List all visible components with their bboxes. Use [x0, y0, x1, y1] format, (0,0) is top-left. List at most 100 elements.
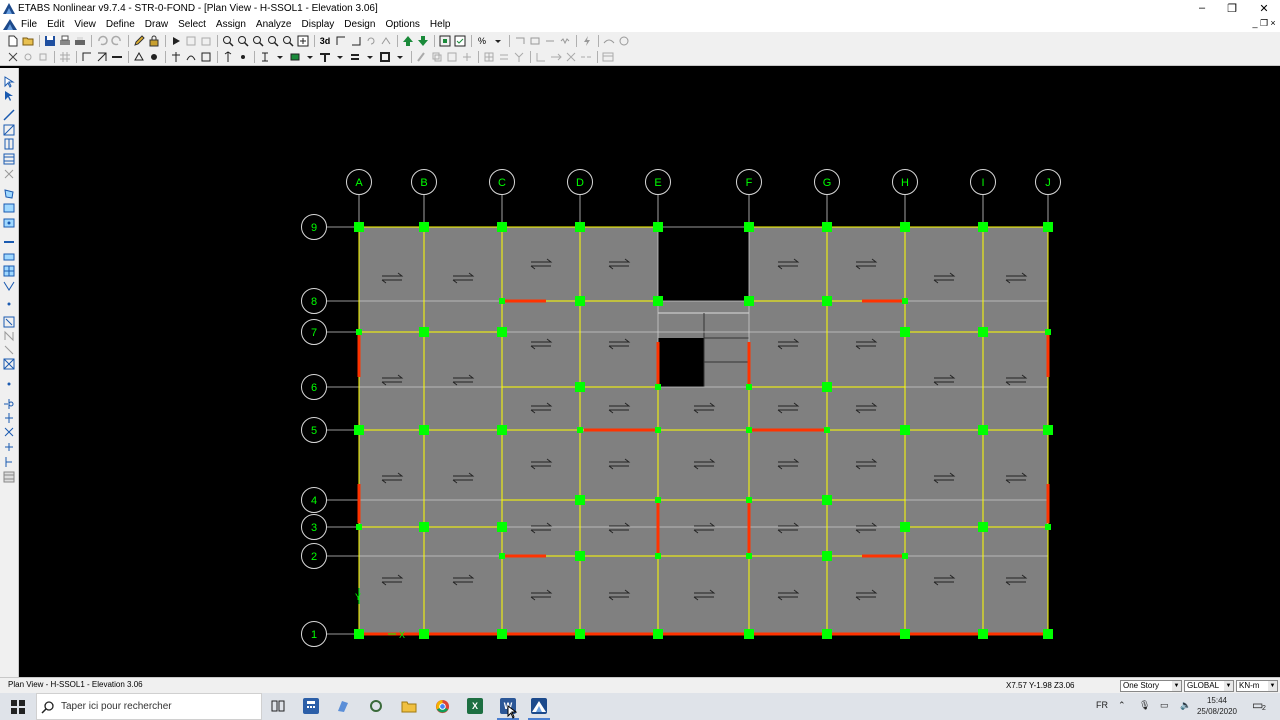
- lightning-icon[interactable]: [580, 35, 593, 47]
- minimize-button[interactable]: –: [1186, 0, 1218, 16]
- draw-beam-icon[interactable]: [110, 51, 123, 63]
- reshape-icon[interactable]: [21, 51, 34, 63]
- point-load-icon[interactable]: [236, 51, 249, 63]
- copy-icon[interactable]: [430, 51, 443, 63]
- reshaper-icon[interactable]: [3, 90, 15, 102]
- coord-system-select[interactable]: GLOBAL ▼: [1184, 680, 1234, 692]
- link-section-icon[interactable]: [543, 35, 556, 47]
- zoom-out-icon[interactable]: [251, 35, 264, 47]
- trim-icon[interactable]: [564, 51, 577, 63]
- input-language[interactable]: FR: [1096, 700, 1108, 710]
- draw-wall-icon[interactable]: [3, 236, 15, 248]
- rotate-view-icon[interactable]: [364, 35, 377, 47]
- redo-icon[interactable]: [110, 35, 123, 47]
- plan-drawing[interactable]: A B C D E F G H I J 9 8 7 6 5 4 3 2 1 Y X: [19, 68, 1280, 677]
- new-file-icon[interactable]: [6, 35, 19, 47]
- plan-view-canvas[interactable]: A B C D E F G H I J 9 8 7 6 5 4 3 2 1 Y X: [19, 68, 1280, 677]
- draw-line-icon[interactable]: [3, 109, 15, 121]
- create-walls-grid-icon[interactable]: [3, 265, 15, 277]
- align-icon[interactable]: [512, 51, 525, 63]
- assign-joint-icon[interactable]: [147, 51, 160, 63]
- set-display-options-icon[interactable]: [453, 35, 466, 47]
- deformed-shape-icon[interactable]: [602, 35, 615, 47]
- draw-frame-icon[interactable]: [80, 51, 93, 63]
- snap-to-lines-icon[interactable]: [3, 456, 15, 468]
- units-select[interactable]: KN-m ▼: [1236, 680, 1278, 692]
- plan-view-icon[interactable]: [334, 35, 347, 47]
- joint-align-icon[interactable]: [534, 51, 547, 63]
- menu-help[interactable]: Help: [430, 19, 451, 30]
- microphone-icon[interactable]: 🎙: [1139, 700, 1150, 711]
- draw-secondary-beam-icon[interactable]: [3, 153, 15, 165]
- menu-define[interactable]: Define: [106, 19, 135, 30]
- menu-select[interactable]: Select: [178, 19, 206, 30]
- menu-design[interactable]: Design: [344, 19, 375, 30]
- dropdown-icon[interactable]: [333, 51, 346, 63]
- frame-offset-icon[interactable]: [184, 51, 197, 63]
- object-shrink-icon[interactable]: [438, 35, 451, 47]
- snap-to-intersections-icon[interactable]: [3, 426, 15, 438]
- snap-to-fine-grid-icon[interactable]: [3, 471, 15, 483]
- replicate-icon[interactable]: [445, 51, 458, 63]
- snap-icon[interactable]: [36, 51, 49, 63]
- move-down-icon[interactable]: [416, 35, 429, 47]
- display-table-icon[interactable]: [601, 51, 614, 63]
- unlock-model-icon[interactable]: [199, 35, 212, 47]
- area-section-icon[interactable]: [288, 51, 301, 63]
- draw-developed-elevation-icon[interactable]: [3, 330, 15, 342]
- draw-lines-region-icon[interactable]: [3, 124, 15, 136]
- zoom-in-icon[interactable]: [221, 35, 234, 47]
- draw-reference-point-icon[interactable]: [3, 316, 15, 328]
- draw-point-icon[interactable]: [3, 298, 15, 310]
- extend-icon[interactable]: [549, 51, 562, 63]
- menu-edit[interactable]: Edit: [47, 19, 64, 30]
- spring-icon[interactable]: [558, 35, 571, 47]
- print-graphics-icon[interactable]: [73, 35, 86, 47]
- draw-link-icon[interactable]: [3, 358, 15, 370]
- select-pointer-icon[interactable]: [3, 76, 15, 88]
- draw-area-icon[interactable]: [3, 188, 15, 200]
- grid-icon[interactable]: [58, 51, 71, 63]
- save-icon[interactable]: [43, 35, 56, 47]
- pan-icon[interactable]: [296, 35, 309, 47]
- dropdown-icon[interactable]: [393, 51, 406, 63]
- load-icon[interactable]: [348, 51, 361, 63]
- menu-options[interactable]: Options: [385, 19, 419, 30]
- draw-point-object-icon[interactable]: [3, 378, 15, 390]
- dropdown-icon[interactable]: [303, 51, 316, 63]
- story-select[interactable]: One Story ▼: [1120, 680, 1182, 692]
- draw-wall-region-icon[interactable]: [3, 251, 15, 263]
- volume-icon[interactable]: 🔈: [1180, 700, 1191, 711]
- undo-icon[interactable]: [95, 35, 108, 47]
- tee-section-icon[interactable]: [318, 51, 331, 63]
- zoom-previous-icon[interactable]: [281, 35, 294, 47]
- frame-section-assign-icon[interactable]: [258, 51, 271, 63]
- taskbar-search-box[interactable]: Taper ici pour rechercher: [36, 693, 262, 720]
- chrome-icon[interactable]: [434, 698, 450, 714]
- close-button[interactable]: ✕: [1248, 0, 1280, 16]
- tray-chevron-icon[interactable]: ⌃: [1118, 700, 1126, 711]
- snap-to-perpendicular-icon[interactable]: [3, 441, 15, 453]
- menu-analyze[interactable]: Analyze: [256, 19, 292, 30]
- draw-dimension-icon[interactable]: [3, 280, 15, 292]
- restore-button[interactable]: ❐: [1216, 0, 1248, 16]
- network-icon[interactable]: ▭: [1160, 700, 1169, 711]
- menu-file[interactable]: File: [21, 19, 37, 30]
- box-section-icon[interactable]: [378, 51, 391, 63]
- restraint-icon[interactable]: [132, 51, 145, 63]
- run-analysis-icon[interactable]: [169, 35, 182, 47]
- network-tool-icon[interactable]: [368, 698, 384, 714]
- mesh-icon[interactable]: [482, 51, 495, 63]
- merge-icon[interactable]: [497, 51, 510, 63]
- analysis-options-icon[interactable]: [184, 35, 197, 47]
- diaphragm-icon[interactable]: [199, 51, 212, 63]
- brush-icon[interactable]: [415, 51, 428, 63]
- etabs-taskbar-icon[interactable]: [531, 698, 547, 714]
- dropdown-icon[interactable]: [273, 51, 286, 63]
- shell-section-icon[interactable]: [528, 35, 541, 47]
- percent-button[interactable]: %: [475, 35, 489, 47]
- view-3d-button[interactable]: 3d: [318, 35, 332, 47]
- open-folder-icon[interactable]: [21, 35, 34, 47]
- menu-view[interactable]: View: [74, 19, 96, 30]
- draw-column-icon[interactable]: [3, 138, 15, 150]
